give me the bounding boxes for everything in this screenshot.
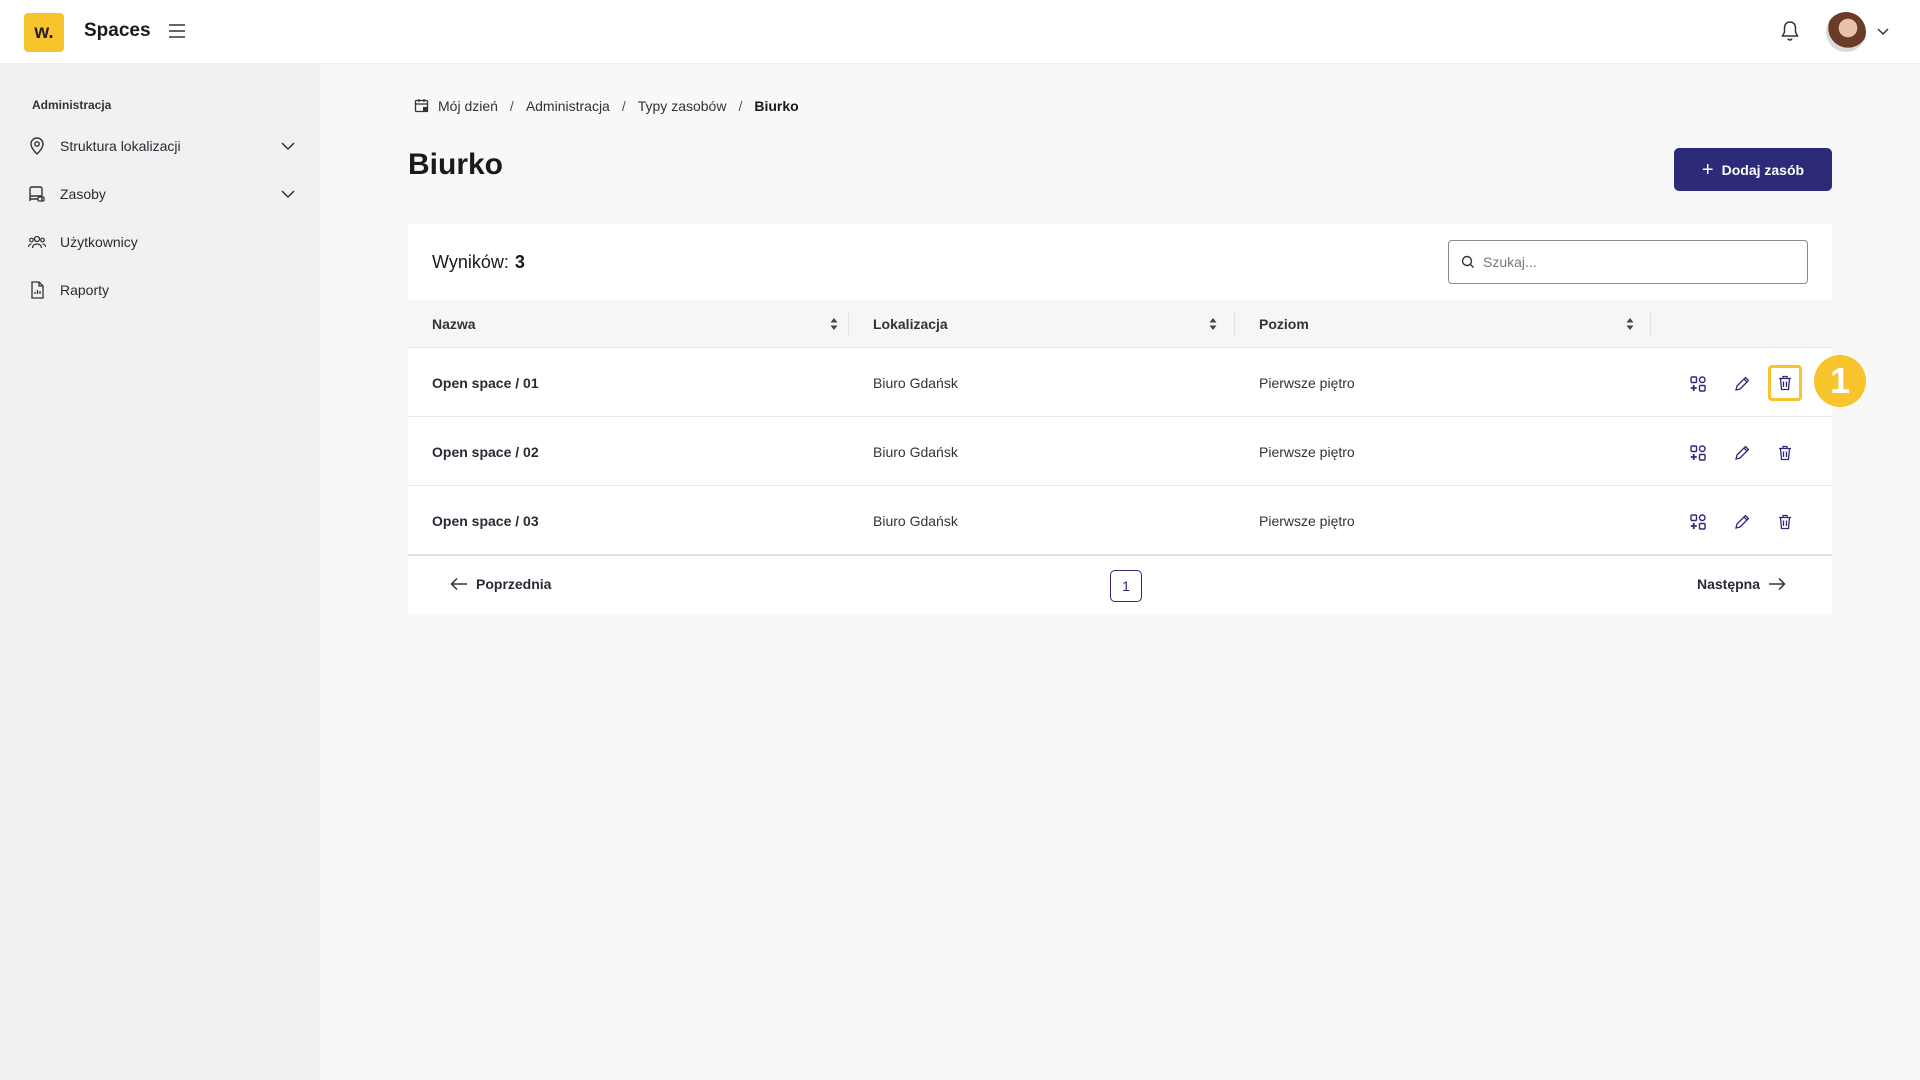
breadcrumb-administration[interactable]: Administracja <box>526 98 610 114</box>
sidebar-item-label: Raporty <box>60 282 110 298</box>
sort-icon[interactable] <box>1208 317 1218 331</box>
sidebar-item-label: Struktura lokalizacji <box>60 138 181 154</box>
chevron-down-icon[interactable] <box>280 189 296 199</box>
sidebar: Administracja Struktura lokalizacji Zaso… <box>0 64 320 1080</box>
top-bar: w. Spaces <box>0 0 1920 64</box>
table-header: Nazwa Lokalizacja Poziom <box>408 300 1832 348</box>
sidebar-item-label: Zasoby <box>60 186 106 202</box>
sidebar-item-reports[interactable]: Raporty <box>26 274 296 306</box>
users-icon <box>26 231 48 253</box>
column-label: Nazwa <box>432 316 476 332</box>
chevron-down-icon[interactable] <box>1876 27 1890 37</box>
column-divider <box>1234 312 1235 336</box>
pagination: Poprzednia 1 Następna <box>408 554 1832 614</box>
cell-level: Pierwsze piętro <box>1259 443 1355 460</box>
app-title: Spaces <box>84 20 151 41</box>
column-divider <box>1650 312 1651 336</box>
page-number-button[interactable]: 1 <box>1110 570 1142 602</box>
attributes-icon[interactable] <box>1684 370 1712 398</box>
attributes-icon[interactable] <box>1684 508 1712 536</box>
cell-name: Open space / 02 <box>432 443 539 460</box>
hamburger-menu-icon[interactable] <box>168 23 186 39</box>
add-resource-label: Dodaj zasób <box>1721 161 1805 178</box>
table-row[interactable]: Open space / 03 Biuro Gdańsk Pierwsze pi… <box>408 486 1832 555</box>
table-row[interactable]: Open space / 01 Biuro Gdańsk Pierwsze pi… <box>408 348 1832 417</box>
report-icon <box>26 279 48 301</box>
sidebar-item-location-structure[interactable]: Struktura lokalizacji <box>26 130 296 162</box>
plus-icon: + <box>1701 158 1714 181</box>
cell-location: Biuro Gdańsk <box>873 512 958 529</box>
add-resource-button[interactable]: + Dodaj zasób <box>1674 148 1832 191</box>
delete-icon[interactable] <box>1771 508 1799 536</box>
results-count: Wyników: 3 <box>432 252 525 273</box>
breadcrumb: Mój dzień / Administracja / Typy zasobów… <box>414 96 799 116</box>
previous-page-label: Poprzednia <box>476 576 552 592</box>
table-row[interactable]: Open space / 02 Biuro Gdańsk Pierwsze pi… <box>408 417 1832 486</box>
results-number: 3 <box>514 252 525 272</box>
calendar-icon <box>414 99 429 113</box>
breadcrumb-my-day[interactable]: Mój dzień <box>438 98 498 114</box>
sort-icon[interactable] <box>1625 317 1635 331</box>
column-header-name[interactable]: Nazwa <box>432 300 852 348</box>
edit-icon[interactable] <box>1728 439 1756 467</box>
bell-icon[interactable] <box>1780 20 1800 42</box>
next-page-button[interactable]: Następna <box>1697 576 1786 592</box>
sort-icon[interactable] <box>829 317 839 331</box>
breadcrumb-separator: / <box>621 98 626 114</box>
column-header-location[interactable]: Lokalizacja <box>873 300 1243 348</box>
cell-name: Open space / 03 <box>432 512 539 529</box>
edit-icon[interactable] <box>1728 370 1756 398</box>
search-icon <box>1461 255 1474 268</box>
app-logo[interactable]: w. <box>24 13 64 52</box>
sidebar-section-label: Administracja <box>32 98 112 112</box>
results-label: Wyników: <box>432 252 509 272</box>
column-header-level[interactable]: Poziom <box>1259 300 1639 348</box>
attributes-icon[interactable] <box>1684 439 1712 467</box>
step-number-badge: 1 <box>1814 355 1866 407</box>
sidebar-item-users[interactable]: Użytkownicy <box>26 226 296 258</box>
next-page-label: Następna <box>1697 576 1761 592</box>
breadcrumb-separator: / <box>738 98 743 114</box>
sidebar-item-resources[interactable]: Zasoby <box>26 178 296 210</box>
delete-icon[interactable] <box>1771 439 1799 467</box>
resources-icon <box>26 183 48 205</box>
chevron-down-icon[interactable] <box>280 141 296 151</box>
user-avatar[interactable] <box>1826 12 1866 52</box>
cell-location: Biuro Gdańsk <box>873 374 958 391</box>
sidebar-item-label: Użytkownicy <box>60 234 138 250</box>
column-divider <box>848 312 849 336</box>
column-label: Poziom <box>1259 316 1309 332</box>
breadcrumb-separator: / <box>509 98 514 114</box>
search-box[interactable] <box>1448 240 1808 284</box>
cell-level: Pierwsze piętro <box>1259 512 1355 529</box>
resources-table-card: Wyników:3 Nazwa Lokalizacja Poziom Open … <box>408 224 1832 614</box>
edit-icon[interactable] <box>1728 508 1756 536</box>
arrow-right-icon <box>1769 577 1786 591</box>
previous-page-button[interactable]: Poprzednia <box>450 576 551 592</box>
arrow-left-icon <box>450 577 467 591</box>
cell-location: Biuro Gdańsk <box>873 443 958 460</box>
search-input[interactable] <box>1483 254 1783 270</box>
location-pin-icon <box>26 135 48 157</box>
page-title: Biurko <box>408 148 504 181</box>
breadcrumb-current: Biurko <box>754 98 799 114</box>
column-label: Lokalizacja <box>873 316 948 332</box>
breadcrumb-resource-types[interactable]: Typy zasobów <box>638 98 727 114</box>
cell-level: Pierwsze piętro <box>1259 374 1355 391</box>
delete-icon[interactable] <box>1768 365 1802 401</box>
cell-name: Open space / 01 <box>432 374 539 391</box>
